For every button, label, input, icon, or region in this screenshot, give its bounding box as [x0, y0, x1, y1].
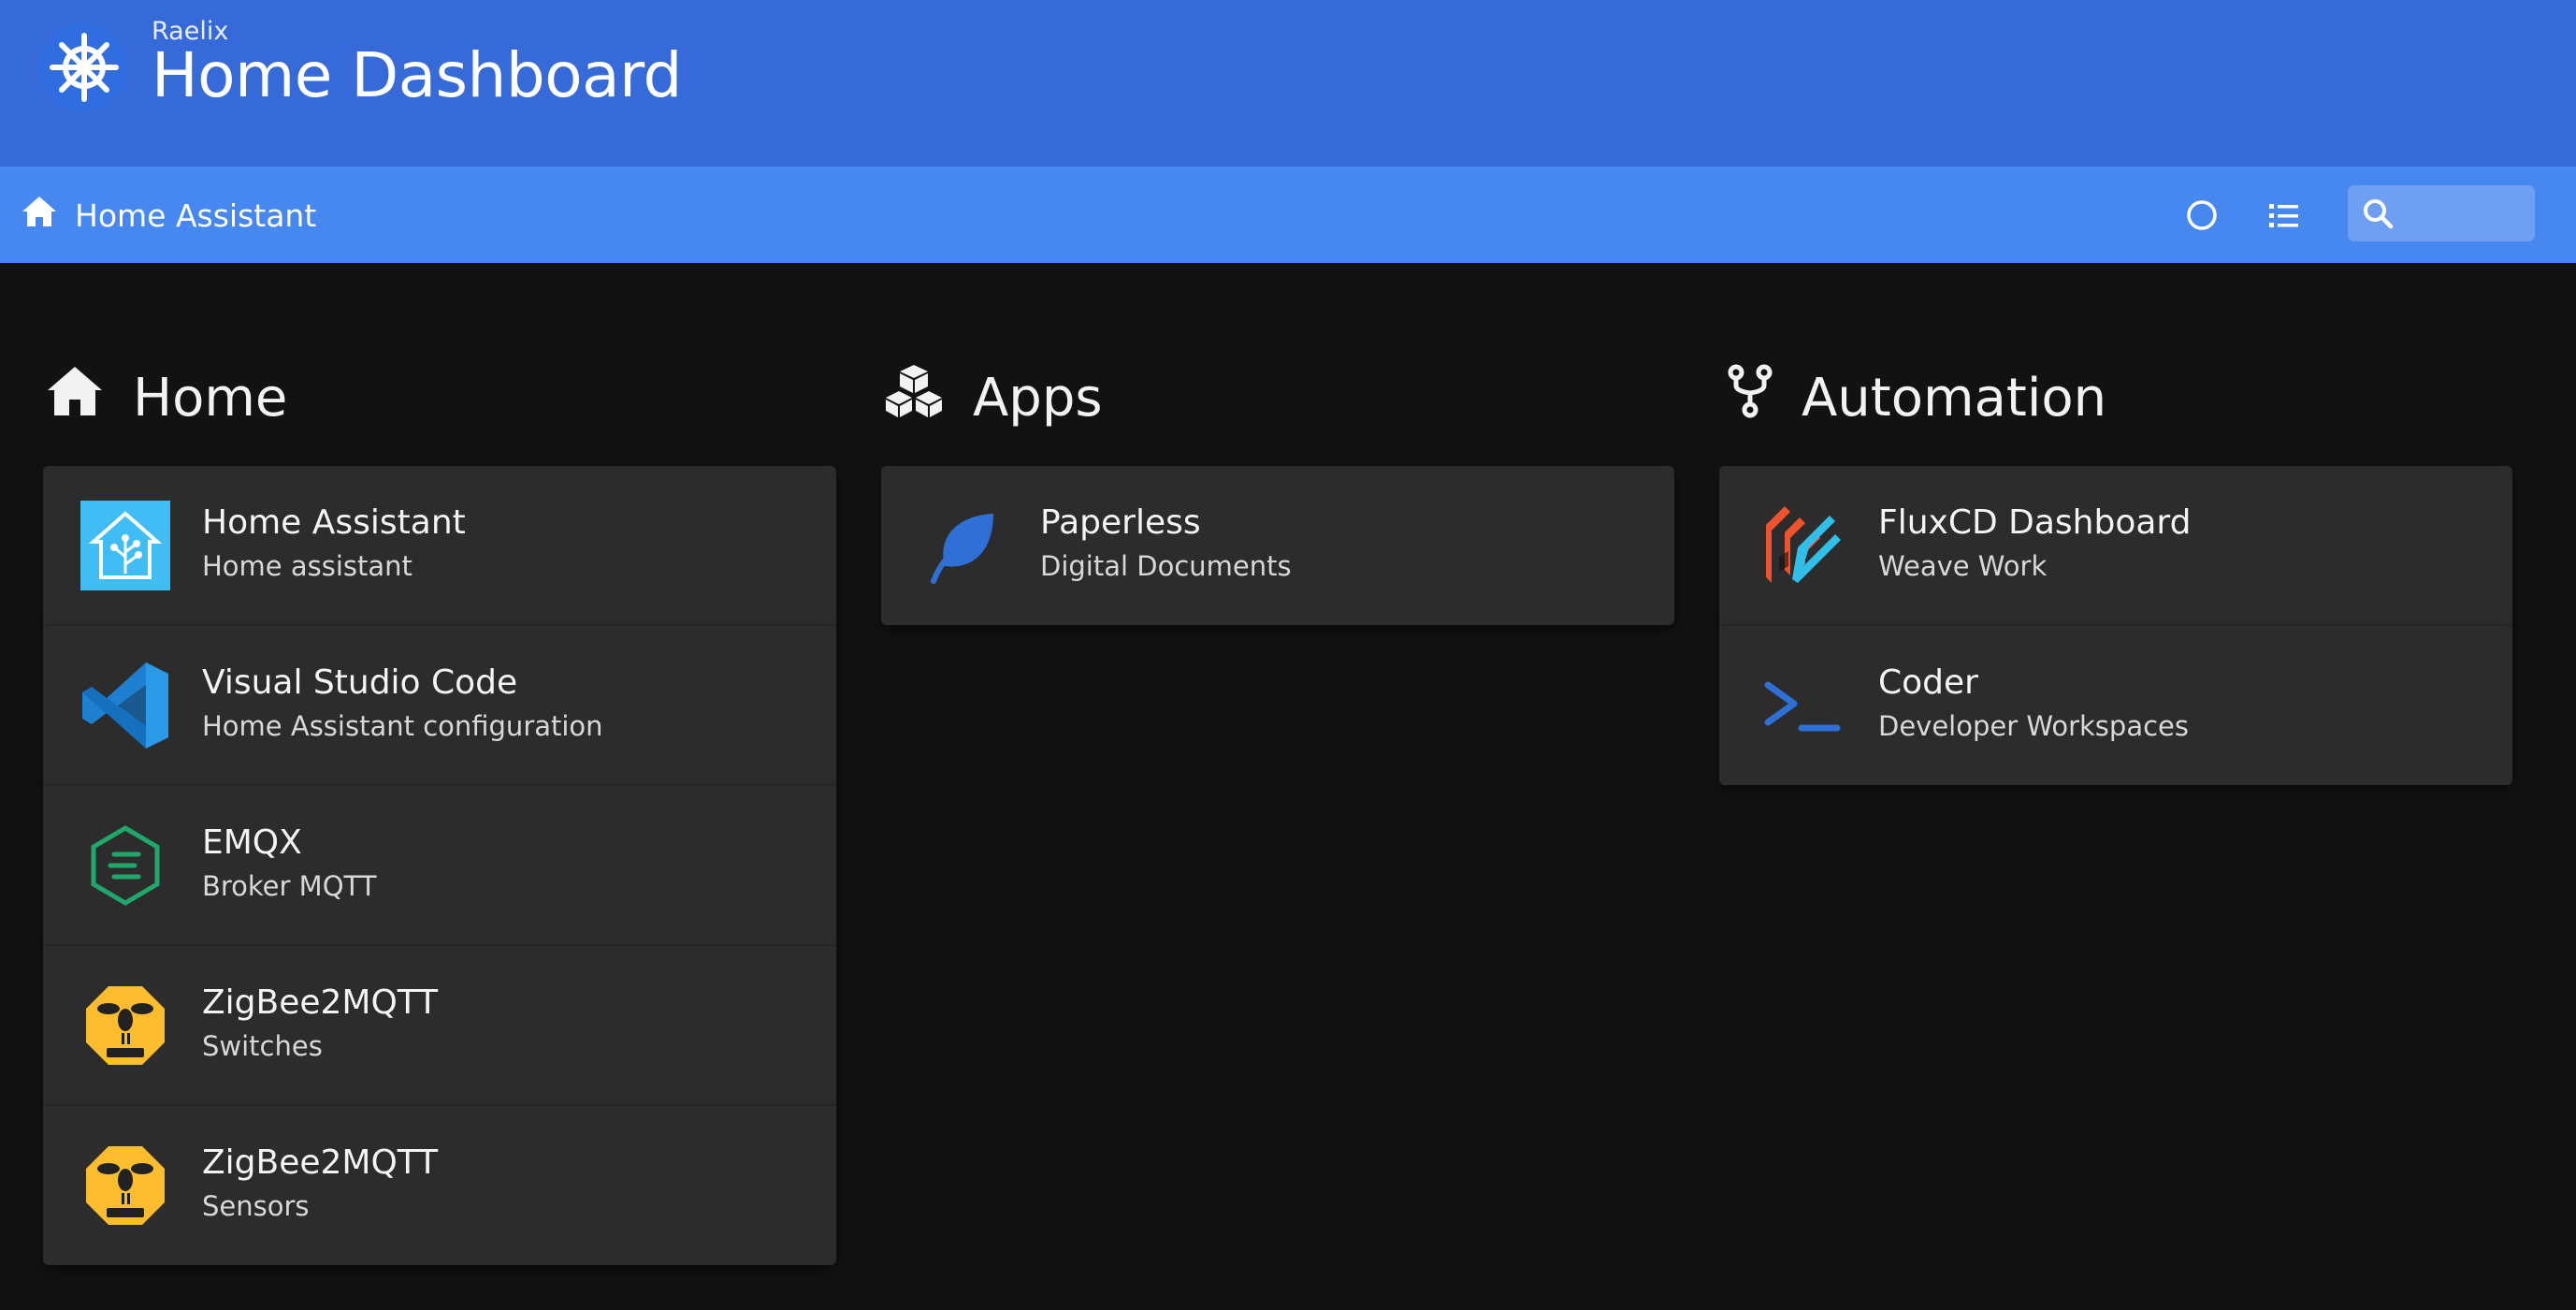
service-title: Paperless	[1040, 503, 1201, 542]
service-subtitle: Developer Workspaces	[1878, 710, 2189, 742]
service-subtitle: Sensors	[202, 1190, 310, 1222]
fluxcd-icon	[1757, 501, 1846, 590]
service-title: Visual Studio Code	[202, 663, 518, 702]
service-subtitle: Digital Documents	[1040, 550, 1292, 582]
nav-home-link[interactable]: Home Assistant	[21, 193, 316, 238]
service-card-coder[interactable]: Coder Developer Workspaces	[1719, 625, 2512, 785]
section-header-home: Home	[45, 360, 287, 435]
service-subtitle: Home assistant	[202, 550, 412, 582]
section-title: Apps	[973, 367, 1103, 429]
circle-icon	[2187, 200, 2217, 230]
search-icon	[2361, 196, 2395, 230]
service-title: FluxCD Dashboard	[1878, 503, 2192, 542]
cubes-icon	[883, 363, 945, 432]
leaf-icon	[919, 501, 1008, 590]
section-header-apps: Apps	[883, 360, 1103, 435]
kubernetes-helm-icon[interactable]	[39, 22, 129, 112]
service-card-vscode[interactable]: Visual Studio Code Home Assistant config…	[43, 625, 836, 785]
service-title: ZigBee2MQTT	[202, 983, 439, 1022]
service-card-paperless[interactable]: Paperless Digital Documents	[881, 466, 1674, 625]
service-card-zigbee2mqtt-sensors[interactable]: ZigBee2MQTT Sensors	[43, 1105, 836, 1265]
section-title: Automation	[1802, 367, 2107, 429]
page-title: Home Dashboard	[152, 39, 682, 111]
home-icon	[21, 195, 58, 236]
search-input[interactable]	[2402, 194, 2518, 233]
service-subtitle: Home Assistant configuration	[202, 710, 603, 742]
terminal-icon	[1757, 661, 1846, 750]
section-header-automation: Automation	[1727, 360, 2106, 435]
nav-home-label: Home Assistant	[75, 196, 317, 234]
code-fork-icon	[1727, 363, 1773, 432]
service-title: Home Assistant	[202, 503, 466, 542]
service-title: EMQX	[202, 823, 302, 862]
status-circle-button[interactable]	[2179, 193, 2224, 238]
service-subtitle: Switches	[202, 1030, 323, 1062]
service-subtitle: Broker MQTT	[202, 870, 377, 902]
list-icon	[2269, 204, 2298, 227]
list-view-button[interactable]	[2262, 193, 2307, 238]
apps-services-list: Paperless Digital Documents	[881, 466, 1674, 625]
house-icon	[45, 364, 105, 431]
service-subtitle: Weave Work	[1878, 550, 2048, 582]
service-card-emqx[interactable]: EMQX Broker MQTT	[43, 785, 836, 945]
home-services-list: Home Assistant Home assistant Visual Stu…	[43, 466, 836, 1265]
emqx-icon	[80, 821, 170, 910]
vscode-icon	[80, 661, 170, 750]
service-title: Coder	[1878, 663, 1978, 702]
home-assistant-icon	[80, 501, 170, 590]
zigbee2mqtt-icon	[80, 1141, 170, 1230]
search-box[interactable]	[2348, 185, 2535, 241]
zigbee2mqtt-icon	[80, 981, 170, 1070]
service-card-zigbee2mqtt-switches[interactable]: ZigBee2MQTT Switches	[43, 945, 836, 1105]
service-card-fluxcd[interactable]: FluxCD Dashboard Weave Work	[1719, 466, 2512, 625]
section-title: Home	[133, 367, 288, 429]
navigation-bar: Home Assistant	[0, 167, 2576, 263]
automation-services-list: FluxCD Dashboard Weave Work Coder Develo…	[1719, 466, 2512, 785]
top-header: Raelix Home Dashboard	[0, 0, 2576, 167]
service-title: ZigBee2MQTT	[202, 1143, 439, 1182]
service-card-home-assistant[interactable]: Home Assistant Home assistant	[43, 466, 836, 625]
